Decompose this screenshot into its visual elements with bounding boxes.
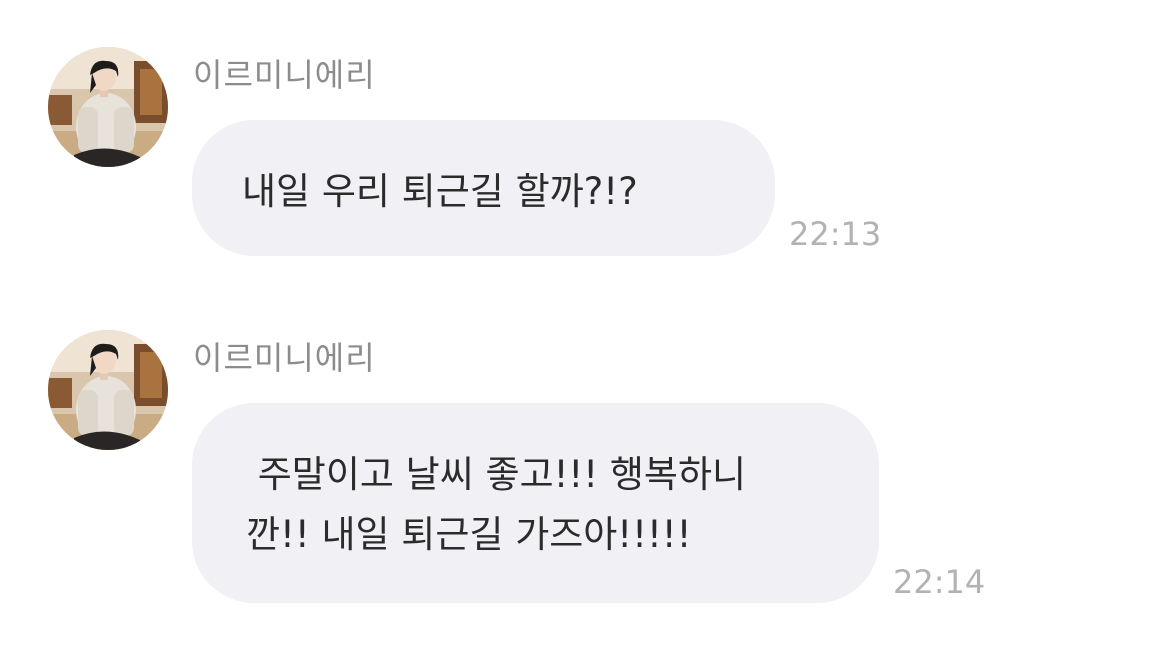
avatar[interactable] [48,330,168,450]
message-text: 내일 우리 퇴근길 할까?!? [242,170,638,213]
chat-message-2: 이르미니에리 주말이고 날씨 좋고!!! 행복하니 깐!! 내일 퇴근길 가즈아… [0,290,1170,630]
message-text-line-2: 깐!! 내일 퇴근길 가즈아!!!!! [246,513,692,556]
message-timestamp: 22:13 [789,215,882,253]
sender-name: 이르미니에리 [193,56,376,94]
avatar[interactable] [48,47,168,167]
sender-name: 이르미니에리 [193,339,376,377]
profile-photo-avatar-icon [48,330,168,450]
message-bubble[interactable]: 주말이고 날씨 좋고!!! 행복하니 깐!! 내일 퇴근길 가즈아!!!!! [192,403,879,603]
profile-photo-avatar-icon [48,47,168,167]
message-bubble[interactable]: 내일 우리 퇴근길 할까?!? [192,120,775,256]
chat-message-1: 이르미니에리 내일 우리 퇴근길 할까?!? 22:13 [0,0,1170,290]
message-timestamp: 22:14 [893,563,986,601]
message-text-line-1: 주말이고 날씨 좋고!!! 행복하니 [246,453,747,496]
